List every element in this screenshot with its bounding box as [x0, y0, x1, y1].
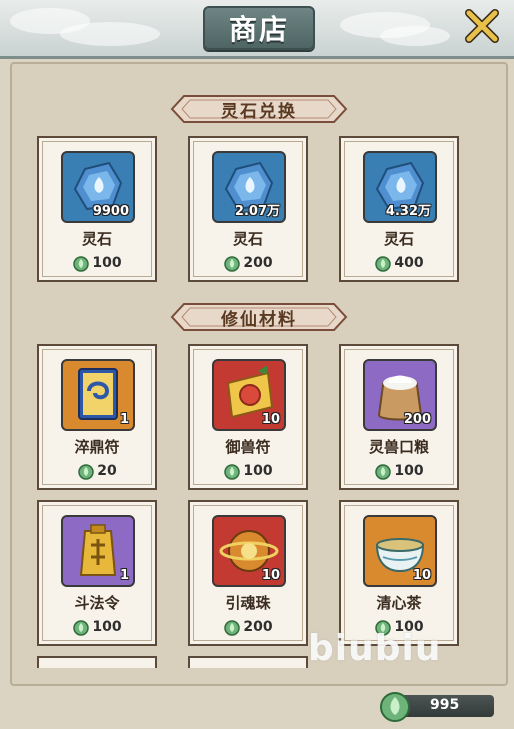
item-price: 400	[341, 254, 457, 272]
page-title: 商店	[228, 13, 289, 46]
item-price: 100	[39, 618, 155, 636]
item-quantity: 9900	[92, 204, 129, 219]
close-button[interactable]	[461, 6, 503, 46]
shop-item-yushou-talisman[interactable]: 10 御兽符 100	[188, 344, 308, 490]
jade-currency-icon	[73, 620, 90, 636]
item-icon-frame: 10	[212, 359, 286, 431]
shop-item-partial[interactable]	[188, 656, 308, 668]
item-name: 灵石	[383, 230, 414, 248]
section-title: 修仙材料	[221, 309, 297, 330]
shop-item-beast-food[interactable]: 200 灵兽口粮 100	[339, 344, 459, 490]
item-quantity: 10	[412, 568, 431, 583]
item-quantity: 10	[261, 568, 280, 583]
section-title: 灵石兑换	[221, 101, 297, 122]
shop-item-spirit-stone-2[interactable]: 2.07万 灵石 200	[188, 136, 308, 282]
item-quantity: 10	[261, 412, 280, 427]
item-icon-frame: 10	[212, 515, 286, 587]
item-price-value: 400	[394, 255, 424, 271]
item-price: 100	[341, 462, 457, 480]
shop-item-soul-orb[interactable]: 10 引魂珠 200	[188, 500, 308, 646]
jade-currency-icon	[73, 256, 90, 272]
shop-item-clear-heart-tea[interactable]: 10 清心茶 100	[339, 500, 459, 646]
item-icon-frame: 1	[61, 515, 135, 587]
item-price: 200	[190, 254, 306, 272]
item-name: 灵石	[232, 230, 263, 248]
jade-currency-icon	[224, 620, 241, 636]
currency-balance: 995	[378, 689, 498, 723]
item-quantity: 200	[403, 412, 431, 427]
item-name: 灵兽口粮	[368, 438, 429, 456]
item-icon-frame: 2.07万	[212, 151, 286, 223]
balance-value: 995	[430, 697, 460, 713]
shop-item-battle-token[interactable]: 1 斗法令 100	[37, 500, 157, 646]
shop-item-partial[interactable]	[37, 656, 157, 668]
shop-item-spirit-stone-1[interactable]: 9900 灵石 100	[37, 136, 157, 282]
item-price: 100	[190, 462, 306, 480]
item-price: 200	[190, 618, 306, 636]
item-name: 淬鼎符	[74, 438, 120, 456]
item-price: 20	[39, 462, 155, 480]
item-icon-frame: 10	[363, 515, 437, 587]
item-icon-frame: 200	[363, 359, 437, 431]
jade-currency-icon	[224, 464, 241, 480]
shop-item-spirit-stone-3[interactable]: 4.32万 灵石 400	[339, 136, 459, 282]
item-price-value: 100	[394, 463, 424, 479]
item-quantity: 4.32万	[385, 204, 431, 219]
item-name: 御兽符	[225, 438, 271, 456]
shop-panel[interactable]: 灵石兑换 修仙材料 9900 灵石 100 2.07万 灵石 200 4.32万…	[10, 62, 508, 686]
item-price-value: 100	[92, 619, 122, 635]
item-price-value: 200	[243, 619, 273, 635]
item-quantity: 1	[119, 412, 129, 427]
item-price-value: 200	[243, 255, 273, 271]
item-icon-frame: 9900	[61, 151, 135, 223]
item-price-value: 100	[243, 463, 273, 479]
item-icon-frame: 4.32万	[363, 151, 437, 223]
watermark: biubiu	[308, 628, 442, 669]
top-bar: 商店	[0, 0, 514, 59]
jade-currency-icon	[224, 256, 241, 272]
item-name: 斗法令	[74, 594, 120, 612]
page-title-plate: 商店	[203, 6, 315, 50]
jade-currency-icon	[380, 692, 410, 722]
section-banner-materials: 修仙材料	[170, 302, 348, 332]
item-price: 100	[39, 254, 155, 272]
section-banner-spirit-stone: 灵石兑换	[170, 94, 348, 124]
item-price-value: 100	[92, 255, 122, 271]
close-icon	[465, 9, 499, 43]
item-name: 清心茶	[376, 594, 422, 612]
shop-item-cuiding-talisman[interactable]: 1 淬鼎符 20	[37, 344, 157, 490]
item-quantity: 1	[119, 568, 129, 583]
item-name: 灵石	[81, 230, 112, 248]
jade-currency-icon	[78, 464, 94, 480]
jade-currency-icon	[375, 464, 392, 480]
jade-currency-icon	[375, 256, 392, 272]
item-quantity: 2.07万	[234, 204, 280, 219]
item-name: 引魂珠	[225, 594, 271, 612]
item-icon-frame: 1	[61, 359, 135, 431]
item-price-value: 20	[97, 463, 117, 479]
